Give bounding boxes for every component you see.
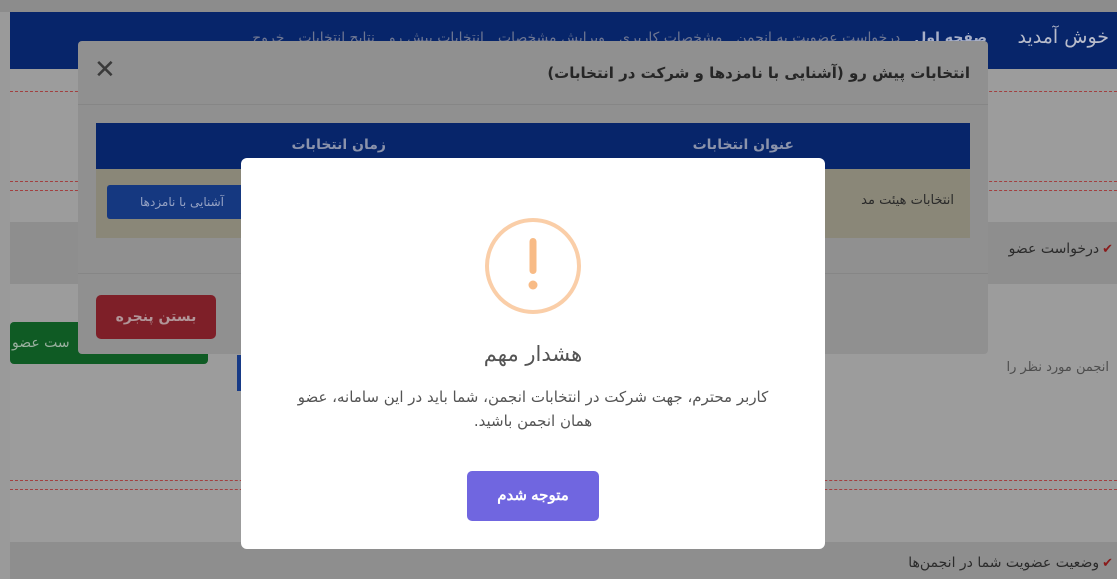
alert-title: هشدار مهم (483, 342, 583, 366)
column-header-title: عنوان انتخابات (692, 137, 794, 153)
chevron-down-icon: ✔ (1102, 555, 1113, 571)
section-membership-status: ✔ وضعیت عضویت شما در انجمن‌ها (908, 555, 1113, 571)
modal-title: انتخابات پیش رو (آشنایی با نامزدها و شرک… (547, 64, 970, 82)
chevron-down-icon: ✔ (1102, 241, 1113, 257)
modal-header: انتخابات پیش رو (آشنایی با نامزدها و شرک… (78, 41, 988, 105)
election-title-cell: انتخابات هیئت مد (861, 193, 954, 208)
confirm-button[interactable]: متوجه شدم (467, 471, 599, 521)
section-membership-request: ✔ درخواست عضو (1009, 241, 1113, 257)
section-label-text: وضعیت عضویت شما در انجمن‌ها (908, 555, 1100, 571)
column-header-time: زمان انتخابات (291, 137, 386, 153)
top-strip (0, 0, 1117, 12)
alert-message: کاربر محترم، جهت شرکت در انتخابات انجمن،… (297, 388, 769, 430)
warning-dialog: هشدار مهم کاربر محترم، جهت شرکت در انتخا… (241, 158, 825, 549)
close-window-button[interactable]: بستن پنجره (96, 295, 216, 339)
section-label-text: درخواست عضو (1008, 241, 1100, 257)
select-association-label: انجمن مورد نظر را (1006, 360, 1109, 375)
close-icon[interactable]: ✕ (94, 57, 116, 83)
view-candidates-button[interactable]: آشنایی با نامزدها (107, 185, 257, 219)
welcome-brand: خوش آمدید (1017, 26, 1109, 48)
warning-icon (485, 218, 581, 314)
